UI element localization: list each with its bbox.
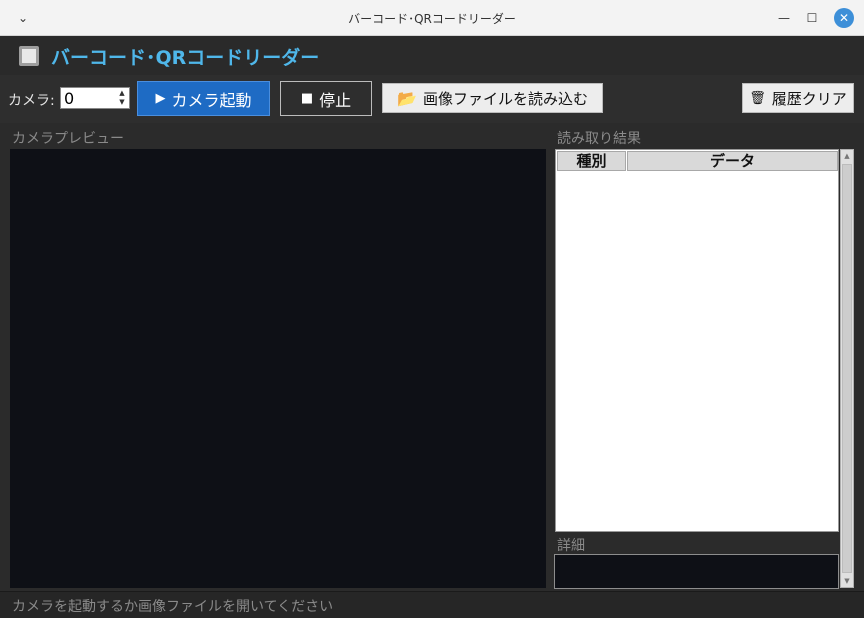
trash-icon: 🗑 [749,90,766,106]
camera-label: カメラ: [8,93,55,109]
clear-history-label: 履歴クリア [771,89,847,108]
detail-label: 詳細 [557,538,585,554]
app-title: バーコード･QRコードリーダー [51,47,320,69]
app-header: バーコード･QRコードリーダー [0,36,864,75]
stop-label: 停止 [319,90,352,110]
detail-textbox[interactable] [554,554,839,589]
column-header-data[interactable]: データ [627,151,838,171]
close-button[interactable]: ✕ [834,8,854,28]
load-image-file-button[interactable]: 📂 画像ファイルを読み込む [382,83,603,113]
stop-button[interactable]: ■ 停止 [280,81,372,116]
start-camera-button[interactable]: ▶ カメラ起動 [137,81,270,116]
stop-icon: ■ [300,91,314,106]
play-icon: ▶ [155,91,166,106]
results-table[interactable]: 種別 データ [555,149,839,532]
results-scrollbar[interactable]: ▲ ▼ [840,149,854,588]
toolbar: カメラ: 0 ▲ ▼ ▶ カメラ起動 ■ 停止 📂 画像ファイルを読み込む 🗑 … [0,75,864,123]
camera-index-value[interactable]: 0 [64,89,74,108]
spin-down-arrow-icon[interactable]: ▼ [117,98,127,107]
start-camera-label: カメラ起動 [171,90,252,110]
maximize-button[interactable]: ☐ [802,8,822,28]
app-square-icon [19,46,39,66]
window-titlebar: ⌄ バーコード･QRコードリーダー — ☐ ✕ [0,0,864,36]
status-bar: カメラを起動するか画像ファイルを開いてください [0,591,864,618]
status-text: カメラを起動するか画像ファイルを開いてください [12,599,334,615]
column-header-type[interactable]: 種別 [557,151,626,171]
load-image-file-label: 画像ファイルを読み込む [422,89,588,108]
camera-index-spinbox[interactable]: 0 ▲ ▼ [60,87,130,109]
scroll-up-arrow-icon[interactable]: ▲ [841,150,853,162]
scrollbar-thumb[interactable] [842,164,852,573]
window-title: バーコード･QRコードリーダー [348,12,516,26]
scroll-down-arrow-icon[interactable]: ▼ [841,575,853,587]
results-label: 読み取り結果 [557,131,641,147]
clear-history-button[interactable]: 🗑 履歴クリア [742,83,854,113]
camera-preview-area [10,149,546,588]
spin-up-arrow-icon[interactable]: ▲ [117,89,127,98]
camera-preview-label: カメラプレビュー [12,131,124,147]
folder-icon: 📂 [397,88,417,108]
minimize-button[interactable]: — [774,8,794,28]
